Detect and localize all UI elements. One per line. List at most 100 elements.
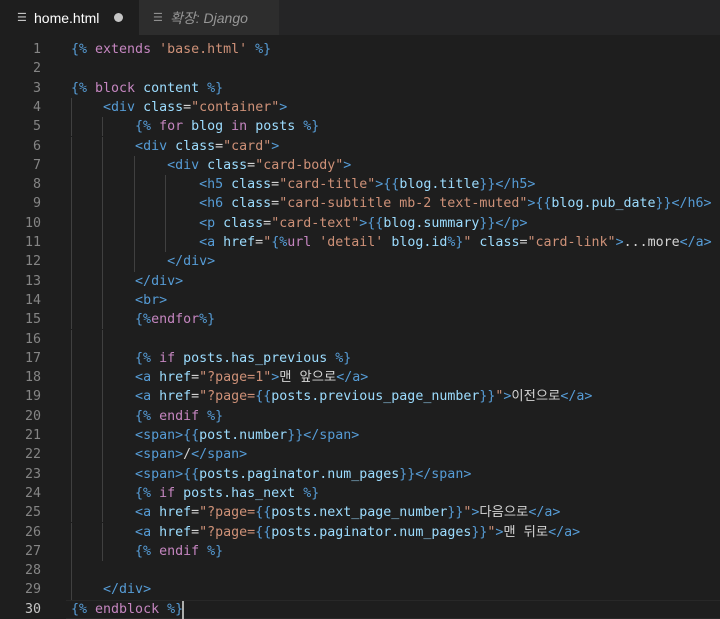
code-line[interactable]: 23 <span>{{posts.paginator.num_pages}}</… bbox=[0, 464, 720, 484]
line-number: 7 bbox=[32, 157, 41, 173]
code-line[interactable]: 8 <h5 class="card-title">{{blog.title}}<… bbox=[0, 175, 720, 195]
code-line[interactable]: 29 </div> bbox=[0, 580, 720, 600]
code-line[interactable]: 11 <a href="{%url 'detail' blog.id%}" cl… bbox=[0, 233, 720, 253]
code-editor[interactable]: 1 {% extends 'base.html' %} 2 3 {% block con… bbox=[0, 35, 720, 619]
line-number: 25 bbox=[24, 505, 41, 521]
line-number: 8 bbox=[32, 177, 41, 193]
line-number: 16 bbox=[24, 331, 41, 347]
code-line[interactable]: 26 <a href="?page={{posts.paginator.num_… bbox=[0, 522, 720, 542]
code-line[interactable]: 19 <a href="?page={{posts.previous_page_… bbox=[0, 387, 720, 407]
code-line[interactable]: 22 <span>/</span> bbox=[0, 445, 720, 465]
tab-extension-django[interactable]: ☰ 확장: Django bbox=[139, 0, 279, 35]
code-text: <a href="?page=1">맨 앞으로</a> bbox=[135, 370, 369, 386]
line-number: 20 bbox=[24, 408, 41, 424]
code-line[interactable]: 12 </div> bbox=[0, 252, 720, 272]
text-cursor bbox=[181, 600, 184, 619]
code-text: <span>{{post.number}}</span> bbox=[135, 428, 360, 443]
code-text: {%endfor%} bbox=[135, 312, 216, 328]
file-lines-icon: ☰ bbox=[17, 11, 27, 24]
line-number: 22 bbox=[24, 447, 41, 463]
code-line[interactable]: 14 <br> bbox=[0, 290, 720, 311]
code-text: <p class="card-text">{{blog.summary}}</p… bbox=[199, 215, 528, 231]
line-number: 10 bbox=[24, 215, 41, 231]
tab-label: 확장: Django bbox=[170, 9, 248, 26]
line-number: 14 bbox=[24, 292, 41, 308]
code-text: </div> bbox=[103, 582, 152, 598]
code-text: <a href="{%url 'detail' blog.id%}" class… bbox=[199, 235, 712, 250]
line-number: 19 bbox=[24, 389, 41, 405]
code-line[interactable]: 30 {% endblock %} bbox=[0, 599, 720, 619]
code-text: <div class="container"> bbox=[103, 99, 288, 115]
code-line[interactable]: 6 <div class="card"> bbox=[0, 136, 720, 156]
tab-home-html[interactable]: ☰ home.html bbox=[0, 0, 139, 35]
line-number: 1 bbox=[32, 42, 41, 57]
code-line[interactable]: 20 {% endif %} bbox=[0, 406, 720, 426]
line-number: 13 bbox=[24, 273, 41, 289]
file-lines-icon: ☰ bbox=[153, 11, 163, 24]
line-number: 23 bbox=[24, 466, 41, 482]
code-text: <a href="?page={{posts.paginator.num_pag… bbox=[135, 524, 581, 540]
code-line[interactable]: 4 <div class="container"> bbox=[0, 97, 720, 118]
code-line[interactable]: 24 {% if posts.has_next %} bbox=[0, 483, 720, 504]
code-text: <a href="?page={{posts.previous_page_num… bbox=[135, 389, 593, 405]
code-line[interactable]: 2 bbox=[0, 59, 720, 78]
code-text: <div class="card-body"> bbox=[167, 157, 352, 173]
line-number: 3 bbox=[32, 80, 41, 96]
code-line[interactable]: 3 {% block content %} bbox=[0, 79, 720, 98]
code-text: <span>{{posts.paginator.num_pages}}</spa… bbox=[135, 466, 472, 482]
code-text: {% block content %} bbox=[71, 80, 224, 96]
code-line[interactable]: 27 {% endif %} bbox=[0, 541, 720, 562]
tab-bar: ☰ home.html ☰ 확장: Django bbox=[0, 0, 720, 35]
code-line[interactable]: 9 <h6 class="card-subtitle mb-2 text-mut… bbox=[0, 194, 720, 214]
line-number: 11 bbox=[24, 235, 41, 250]
code-line[interactable]: 17 {% if posts.has_previous %} bbox=[0, 348, 720, 369]
indent-guide bbox=[71, 329, 72, 349]
indent-guide bbox=[102, 329, 104, 349]
code-line[interactable]: 7 <div class="card-body"> bbox=[0, 155, 720, 176]
code-text: <a href="?page={{posts.next_page_number}… bbox=[135, 505, 561, 521]
code-text: {% endblock %} bbox=[71, 601, 184, 617]
line-number: 15 bbox=[24, 312, 41, 328]
code-line[interactable]: 16 bbox=[0, 329, 720, 349]
code-line[interactable]: 15 {%endfor%} bbox=[0, 310, 720, 330]
code-line[interactable]: 18 <a href="?page=1">맨 앞으로</a> bbox=[0, 368, 720, 388]
line-number: 12 bbox=[24, 254, 41, 270]
line-number: 2 bbox=[32, 61, 41, 77]
code-text: {% endif %} bbox=[135, 408, 224, 424]
code-text: {% extends 'base.html' %} bbox=[71, 42, 272, 57]
code-line[interactable]: 10 <p class="card-text">{{blog.summary}}… bbox=[0, 213, 720, 233]
line-number: 24 bbox=[24, 485, 41, 501]
code-text: <span>/</span> bbox=[135, 447, 248, 463]
code-text: <br> bbox=[135, 292, 168, 308]
line-number: 17 bbox=[24, 350, 41, 366]
line-number: 4 bbox=[32, 99, 41, 115]
code-line[interactable]: 5 {% for blog in posts %} bbox=[0, 117, 720, 137]
line-number: 27 bbox=[24, 543, 41, 559]
line-number: 18 bbox=[24, 370, 41, 386]
line-number: 9 bbox=[32, 196, 41, 212]
code-line[interactable]: 28 bbox=[0, 561, 720, 581]
code-text: <h5 class="card-title">{{blog.title}}</h… bbox=[199, 177, 536, 193]
line-number: 29 bbox=[24, 582, 41, 598]
code-line[interactable]: 1 {% extends 'base.html' %} bbox=[0, 40, 720, 59]
line-number: 5 bbox=[32, 119, 41, 135]
code-text: {% if posts.has_next %} bbox=[135, 485, 320, 501]
line-number: 21 bbox=[24, 428, 41, 443]
line-number: 26 bbox=[24, 524, 41, 540]
line-number: 28 bbox=[24, 563, 41, 579]
code-text: <h6 class="card-subtitle mb-2 text-muted… bbox=[199, 196, 712, 212]
indent-guide bbox=[71, 561, 72, 581]
code-text: {% for blog in posts %} bbox=[135, 119, 320, 135]
line-number: 6 bbox=[32, 138, 41, 154]
code-text: {% if posts.has_previous %} bbox=[135, 350, 352, 366]
code-text: </div> bbox=[135, 273, 184, 289]
code-line[interactable]: 25 <a href="?page={{posts.next_page_numb… bbox=[0, 503, 720, 523]
code-line[interactable]: 21 <span>{{post.number}}</span> bbox=[0, 426, 720, 446]
code-text: </div> bbox=[167, 254, 216, 270]
tab-label: home.html bbox=[34, 9, 100, 26]
code-text: {% endif %} bbox=[135, 543, 224, 559]
code-text: <div class="card"> bbox=[135, 138, 280, 154]
line-number: 30 bbox=[24, 601, 41, 617]
code-line[interactable]: 13 </div> bbox=[0, 271, 720, 291]
unsaved-dot-icon[interactable] bbox=[114, 13, 123, 22]
